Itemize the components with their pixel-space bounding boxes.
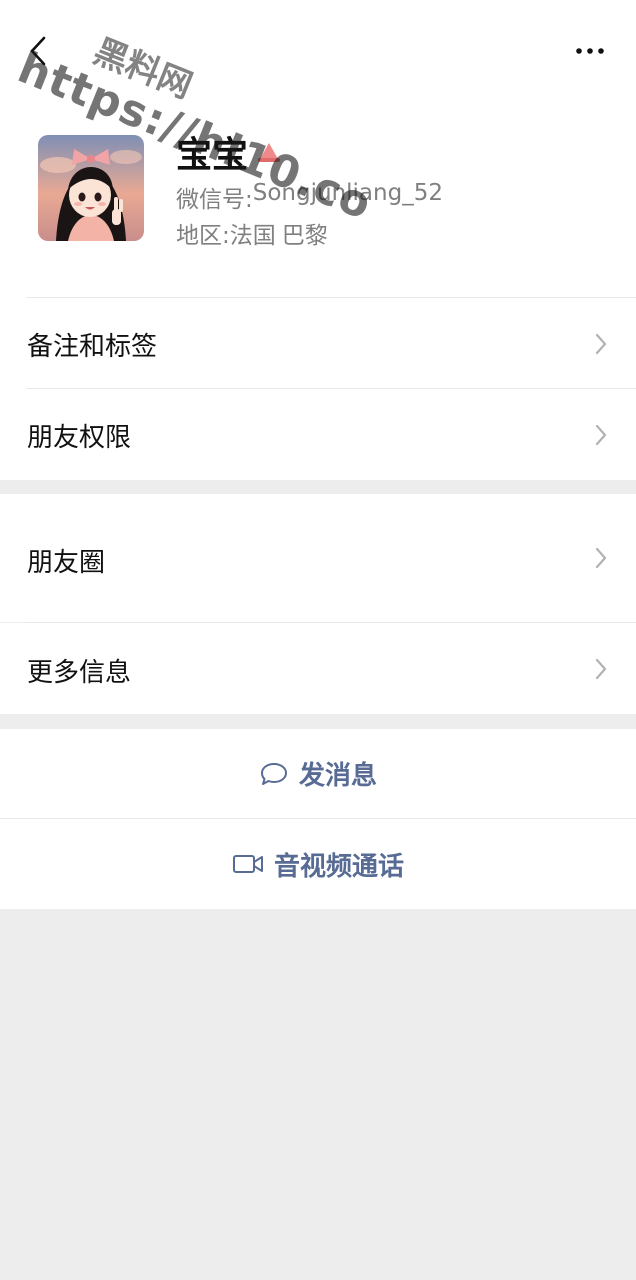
region-country: 法国 [229, 223, 276, 249]
region-label: 地区: [176, 223, 230, 249]
emoji-icon [258, 143, 281, 162]
menu-more-info-label: 更多信息 [27, 658, 132, 688]
wechat-id: 微信号: Songjunliang_52 [176, 180, 443, 214]
menu-moments-label: 朋友圈 [27, 548, 106, 578]
send-message-button[interactable]: 发消息 [0, 729, 636, 818]
menu-remarks-tags[interactable]: 备注和标签 [0, 298, 636, 388]
watermark-line1: 黑料网 [88, 31, 198, 107]
menu-more-info[interactable]: 更多信息 [0, 623, 636, 714]
avatar[interactable] [38, 135, 144, 241]
chat-bubble-icon [260, 762, 287, 785]
profile-name: 宝宝 [176, 126, 284, 178]
chevron-right-icon [595, 424, 607, 446]
region-city: 巴黎 [281, 223, 328, 249]
chevron-right-icon [595, 658, 607, 680]
chevron-left-icon[interactable] [24, 34, 54, 68]
wechat-id-value: Songjunliang_52 [252, 180, 443, 206]
send-message-label: 发消息 [298, 761, 377, 791]
region: 地区: 法国 巴黎 [176, 216, 328, 250]
profile-name-text: 宝宝 [176, 135, 249, 176]
wechat-id-label: 微信号: [176, 187, 253, 213]
video-call-label: 音视频通话 [273, 851, 404, 882]
video-camera-icon [232, 855, 263, 873]
menu-remarks-label: 备注和标签 [27, 332, 158, 362]
more-horizontal-icon[interactable] [574, 40, 606, 62]
chevron-right-icon [595, 333, 607, 355]
menu-friend-permissions[interactable]: 朋友权限 [0, 389, 636, 480]
menu-moments[interactable]: 朋友圈 [0, 494, 636, 622]
menu-permissions-label: 朋友权限 [27, 423, 132, 453]
video-call-button[interactable]: 音视频通话 [0, 819, 636, 909]
chevron-right-icon [595, 547, 607, 569]
